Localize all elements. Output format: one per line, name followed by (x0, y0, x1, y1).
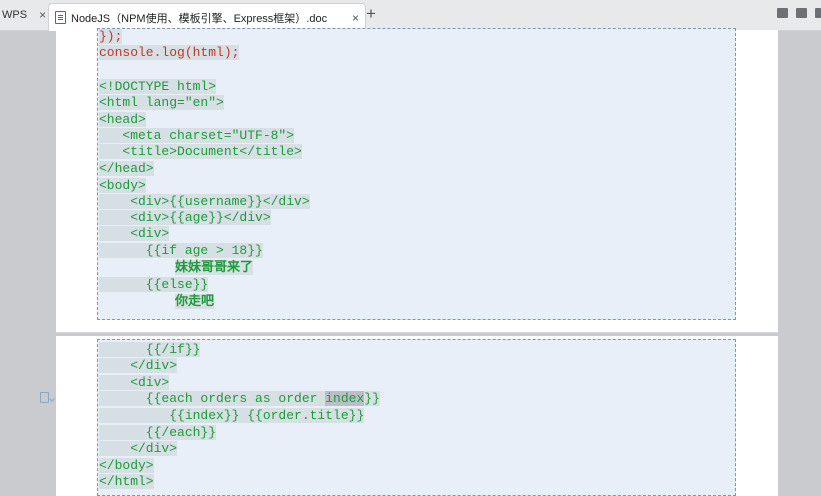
code-line-text: </body> (99, 458, 154, 473)
code-line: </html> (99, 474, 154, 490)
menu-icon[interactable] (815, 8, 821, 18)
document-page-2: {{/if}} </div> <div> {{each orders as or… (56, 336, 778, 496)
code-block[interactable]: {{/if}} </div> <div> {{each orders as or… (97, 339, 736, 496)
code-line: console.log(html); (99, 45, 240, 61)
code-line: {{index}} {{order.title}} (99, 408, 365, 424)
code-line-text: {{if age > 18}} (99, 243, 263, 258)
close-icon[interactable]: × (352, 11, 359, 25)
code-line-text: }} (364, 391, 380, 406)
code-line: </head> (99, 161, 154, 177)
tab-wps-label: WPS (2, 9, 28, 21)
code-line-text: console.log(html); (99, 45, 240, 60)
code-line: {{else}} (99, 277, 209, 293)
code-line-text: </html> (99, 474, 154, 489)
close-icon[interactable]: × (39, 8, 46, 22)
code-line-text: 妹妹哥哥来了 (175, 260, 254, 275)
code-line-text: <!DOCTYPE html> (99, 79, 217, 94)
code-line: <div>{{username}}</div> (99, 194, 310, 210)
document-icon (55, 11, 66, 24)
code-block[interactable]: }); console.log(html); <!DOCTYPE html> <htm… (97, 28, 736, 320)
code-line: </body> (99, 458, 154, 474)
code-line-text: {{else}} (99, 277, 209, 292)
code-line-text: <div>{{age}}</div> (99, 210, 271, 225)
code-line: <!DOCTYPE html> (99, 79, 217, 95)
code-line: {{/each}} (99, 425, 217, 441)
tab-wps-home[interactable]: WPS × (0, 0, 46, 30)
code-line: }); (99, 29, 123, 45)
code-line-text: {{/each}} (99, 425, 217, 440)
code-line-text: <body> (99, 178, 146, 193)
paragraph-layout-icon[interactable] (40, 392, 49, 403)
search-highlight: index (325, 391, 365, 406)
window-controls (777, 8, 821, 18)
code-line-text: </div> (99, 441, 178, 456)
code-line: <meta charset="UTF-8"> (99, 128, 295, 144)
document-page-1: }); console.log(html); <!DOCTYPE html> <htm… (56, 28, 778, 333)
new-tab-button[interactable]: + (366, 4, 376, 24)
code-line: 你走吧 (175, 294, 215, 310)
code-line-text: <div> (99, 226, 170, 241)
code-line-text: <div>{{username}}</div> (99, 194, 310, 209)
code-line-text: </head> (99, 161, 154, 176)
code-line-text: <head> (99, 112, 146, 127)
code-line-text: 你走吧 (175, 294, 215, 309)
share-icon[interactable] (796, 8, 807, 18)
code-line: <head> (99, 112, 146, 128)
code-line-text: </div> (99, 358, 178, 373)
code-line-text: <title>Document</title> (99, 144, 302, 159)
code-line: </div> (99, 441, 178, 457)
code-line-text: <html lang="en"> (99, 95, 224, 110)
code-line: 妹妹哥哥来了 (175, 260, 254, 276)
screen-icon[interactable] (777, 8, 788, 18)
code-line: <div>{{age}}</div> (99, 210, 271, 226)
code-line-text: {{each orders as order (99, 391, 326, 406)
code-line: </div> (99, 358, 178, 374)
code-line-text: {{/if}} (99, 342, 201, 357)
code-line: <div> (99, 375, 170, 391)
code-line-text: <div> (99, 375, 170, 390)
code-line: {{/if}} (99, 342, 201, 358)
code-line-text: {{index}} {{order.title}} (99, 408, 365, 423)
code-line: {{if age > 18}} (99, 243, 263, 259)
tab-document-title: NodeJS（NPM使用、模板引擎、Express框架）.doc (71, 12, 328, 25)
code-line-text: <meta charset="UTF-8"> (99, 128, 295, 143)
code-line: {{each orders as order index}} (99, 391, 380, 407)
code-line: <div> (99, 226, 170, 242)
tab-bar: WPS × NodeJS（NPM使用、模板引擎、Express框架）.doc ×… (0, 0, 821, 31)
code-line: <html lang="en"> (99, 95, 224, 111)
code-line: <body> (99, 178, 146, 194)
code-line: <title>Document</title> (99, 144, 302, 160)
code-line-text: }); (99, 29, 123, 44)
tab-document[interactable]: NodeJS（NPM使用、模板引擎、Express框架）.doc × (48, 3, 366, 31)
